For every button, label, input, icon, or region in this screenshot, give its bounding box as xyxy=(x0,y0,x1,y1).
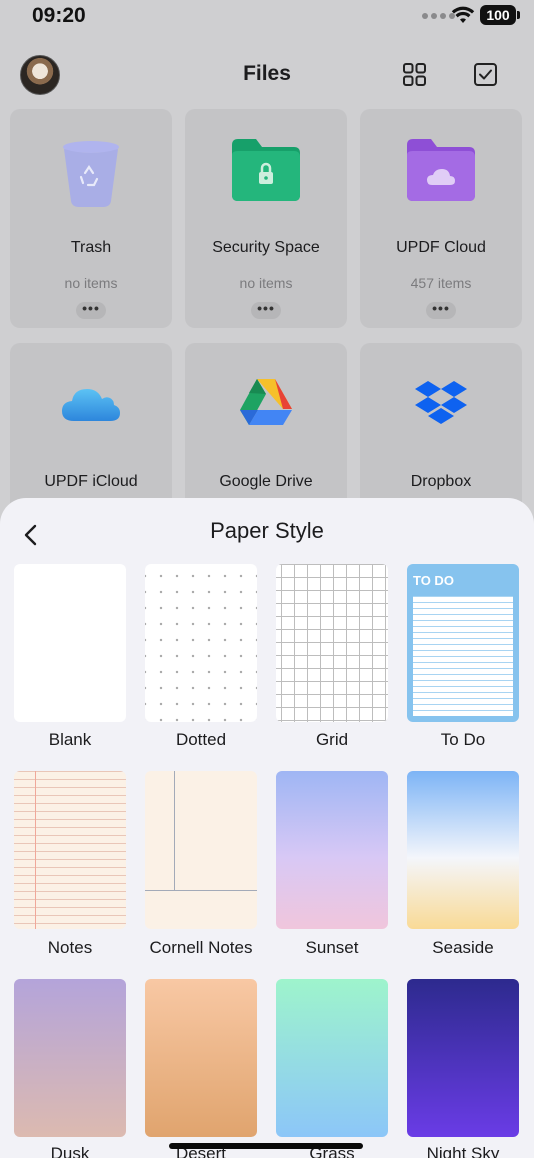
sheet-title: Paper Style xyxy=(210,518,324,543)
paper-dusk[interactable] xyxy=(14,979,126,1137)
tile-item-count: no items xyxy=(239,275,293,291)
more-options-button[interactable]: ••• xyxy=(76,301,106,319)
tile-item-count: 457 items xyxy=(410,275,472,291)
paper-blank[interactable] xyxy=(14,564,126,722)
paper-to-do[interactable]: TO DO xyxy=(407,564,519,722)
paper-grass[interactable] xyxy=(276,979,388,1137)
paper-grid[interactable] xyxy=(276,564,388,722)
tile-label: UPDF Cloud xyxy=(396,239,486,256)
paper-label-grid: Grid xyxy=(315,730,349,749)
paper-cornell-notes[interactable] xyxy=(145,771,257,929)
paper-label-dotted: Dotted xyxy=(175,730,227,749)
trash-bin-icon xyxy=(63,141,119,207)
todo-header-text: TO DO xyxy=(413,573,454,588)
tile-label: Dropbox xyxy=(410,473,472,490)
paper-label-seaside: Seaside xyxy=(432,938,494,957)
cornell-cue-line xyxy=(174,771,175,891)
status-bar: 09:20 100 xyxy=(0,0,534,34)
paper-dotted[interactable] xyxy=(145,564,257,722)
todo-lined-area xyxy=(413,596,513,716)
icloud-icon xyxy=(62,389,120,421)
battery-tip xyxy=(517,11,520,19)
select-checkbox-icon[interactable] xyxy=(473,62,498,87)
dropbox-icon xyxy=(415,381,467,424)
paper-label-blank: Blank xyxy=(48,730,92,749)
tile-label: Trash xyxy=(70,239,112,256)
file-tile-updf-cloud[interactable]: UPDF Cloud 457 items ••• xyxy=(360,109,522,328)
paper-night-sky[interactable] xyxy=(407,979,519,1137)
cloud-folder-icon xyxy=(407,139,475,201)
paper-style-sheet: Paper Style Blank Dotted Grid TO DO To D… xyxy=(0,498,534,1158)
status-time: 09:20 xyxy=(32,4,86,27)
battery-indicator: 100 xyxy=(480,5,516,25)
page-title: Files xyxy=(243,62,291,85)
paper-label-sunset: Sunset xyxy=(305,938,359,957)
paper-label-night-sky: Night Sky xyxy=(426,1144,500,1158)
paper-seaside[interactable] xyxy=(407,771,519,929)
paper-notes[interactable] xyxy=(14,771,126,929)
grid-view-icon[interactable] xyxy=(402,62,427,87)
tile-label: UPDF iCloud xyxy=(44,473,138,490)
cornell-summary-line xyxy=(145,890,257,891)
paper-label-notes: Notes xyxy=(47,938,93,957)
more-options-button[interactable]: ••• xyxy=(426,301,456,319)
home-indicator[interactable] xyxy=(169,1143,363,1149)
tile-label: Google Drive xyxy=(219,473,313,490)
tile-label: Security Space xyxy=(212,239,320,256)
wifi-icon xyxy=(451,6,475,23)
file-tile-trash[interactable]: Trash no items ••• xyxy=(10,109,172,328)
paper-sunset[interactable] xyxy=(276,771,388,929)
more-options-button[interactable]: ••• xyxy=(251,301,281,319)
file-tile-security-space[interactable]: Security Space no items ••• xyxy=(185,109,347,328)
paper-label-cornell-notes: Cornell Notes xyxy=(149,938,253,957)
paper-label-to-do: To Do xyxy=(440,730,486,749)
locked-folder-icon xyxy=(232,139,300,201)
paper-desert[interactable] xyxy=(145,979,257,1137)
google-drive-icon xyxy=(240,379,292,425)
paper-label-dusk: Dusk xyxy=(50,1144,90,1158)
tile-item-count: no items xyxy=(64,275,118,291)
